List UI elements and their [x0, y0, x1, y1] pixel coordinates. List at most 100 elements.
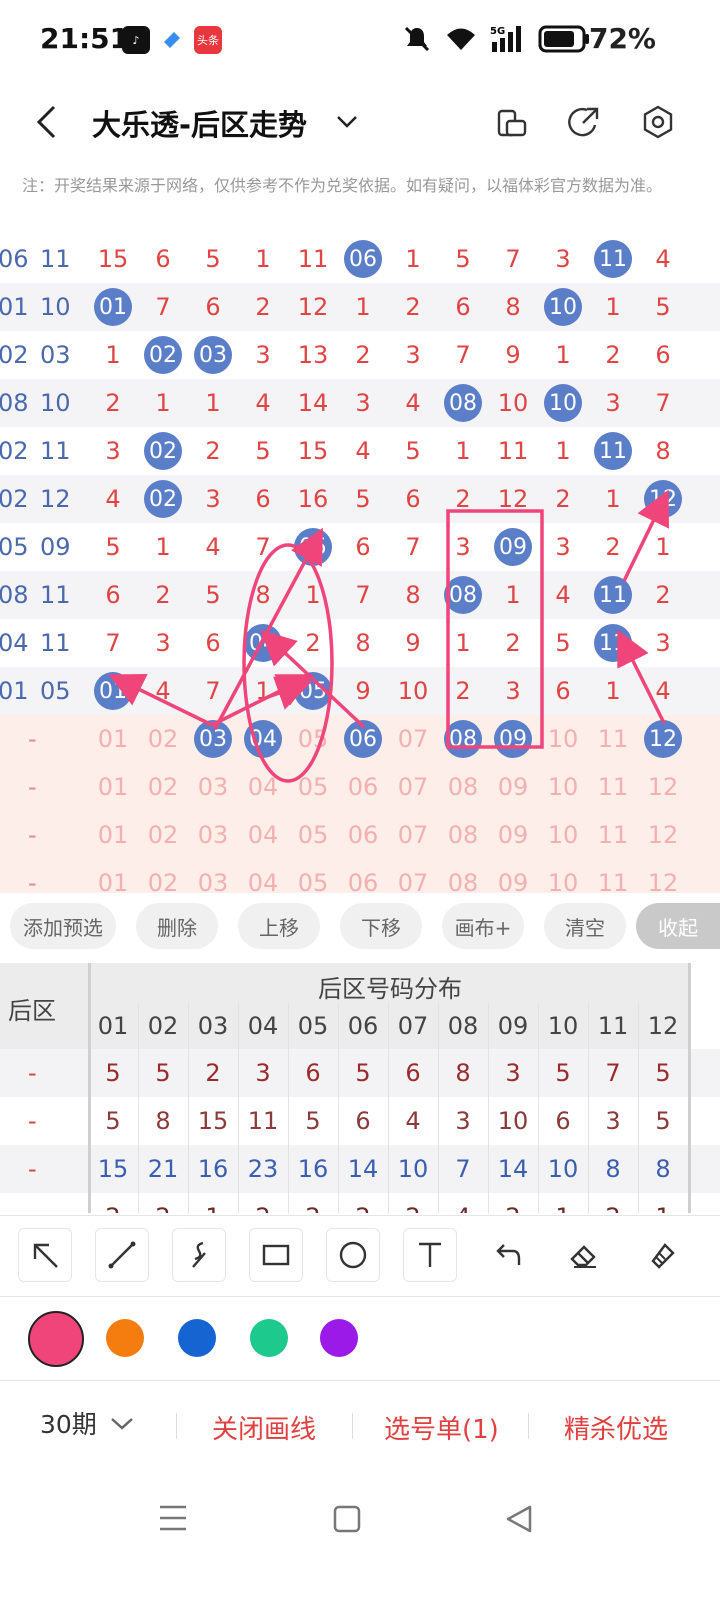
- stats-value: 21: [147, 1155, 179, 1183]
- color-swatch-green[interactable]: [250, 1319, 288, 1357]
- stats-number-header: 04: [238, 1003, 288, 1049]
- stats-value: 5: [655, 1059, 671, 1087]
- status-icons: 5G: [402, 24, 590, 54]
- share-button[interactable]: [564, 102, 604, 142]
- back-icon: [36, 105, 56, 139]
- color-swatch-pink[interactable]: [28, 1311, 84, 1367]
- clear-button[interactable]: 清空: [544, 903, 626, 949]
- stats-value: 8: [455, 1059, 471, 1087]
- eraser-button[interactable]: [557, 1228, 611, 1282]
- stats-value: 2: [488, 1193, 538, 1213]
- stats-value: 5: [555, 1059, 571, 1087]
- stats-table: 后区 后区号码分布 01 02 03 04 05 06 07 08 09 10 11 12-5 5 2 3 6…: [0, 963, 720, 1213]
- stats-value: 2: [238, 1193, 288, 1213]
- status-bar: 21:51 ♪ 头条 5G 72%: [0, 0, 720, 80]
- color-swatch-blue[interactable]: [178, 1319, 216, 1357]
- add-preselect-button[interactable]: 添加预选: [10, 903, 116, 949]
- stats-value: 1: [188, 1193, 238, 1213]
- stats-number-header: 05: [288, 1003, 338, 1049]
- color-swatch-orange[interactable]: [106, 1319, 144, 1357]
- undo-icon: [496, 1244, 521, 1265]
- text-tool-button[interactable]: [403, 1228, 457, 1282]
- nav-bar: 大乐透-后区走势: [0, 88, 720, 158]
- stats-value: 5: [655, 1107, 671, 1135]
- stats-divider: [288, 1003, 289, 1213]
- curve-tool-button[interactable]: [172, 1228, 226, 1282]
- annotation-rect: [446, 509, 544, 749]
- back-triangle-icon[interactable]: [504, 1504, 534, 1534]
- ticket-button[interactable]: 选号单(1): [384, 1409, 499, 1446]
- stats-number-header: 11: [588, 1003, 638, 1049]
- brush-button[interactable]: [634, 1228, 688, 1282]
- battery-icon: [538, 25, 589, 53]
- stats-value: 3: [605, 1107, 621, 1135]
- precise-select-button[interactable]: 精杀优选: [564, 1409, 668, 1446]
- stats-value: 15: [97, 1155, 129, 1183]
- stats-row-dash: -: [28, 1155, 37, 1183]
- divider: [528, 1413, 529, 1439]
- page-title: 大乐透-后区走势: [92, 108, 308, 142]
- settings-button[interactable]: [638, 102, 678, 142]
- stats-divider: [338, 1003, 339, 1213]
- stats-value: 4: [405, 1107, 421, 1135]
- stats-side-label: 后区: [8, 997, 56, 1025]
- period-selector[interactable]: 30期: [40, 1405, 140, 1445]
- stats-value: 6: [555, 1107, 571, 1135]
- stats-value: 2: [88, 1193, 138, 1213]
- stats-value: 6: [405, 1059, 421, 1087]
- text-tool-icon: [419, 1242, 441, 1267]
- line-tool-button[interactable]: [95, 1228, 149, 1282]
- stats-value: 8: [655, 1155, 671, 1183]
- stats-value: 7: [605, 1059, 621, 1087]
- stats-value: 6: [305, 1059, 321, 1087]
- color-picker: [0, 1296, 720, 1379]
- stats-divider: [238, 1003, 239, 1213]
- title-dropdown-button[interactable]: [330, 104, 364, 140]
- annotation-arrow: [260, 629, 366, 729]
- move-down-button[interactable]: 下移: [340, 903, 422, 949]
- annotation-ellipse: [242, 543, 334, 783]
- feishu-icon: [158, 26, 186, 54]
- drawing-toolbar: [0, 1215, 720, 1296]
- collapse-button[interactable]: 收起: [636, 903, 720, 949]
- color-swatch-purple[interactable]: [320, 1319, 358, 1357]
- chevron-down-icon: [111, 1418, 133, 1430]
- stats-divider: [588, 1003, 589, 1213]
- stats-value: 5: [105, 1059, 121, 1087]
- back-button[interactable]: [26, 100, 66, 144]
- stats-value: 16: [197, 1155, 229, 1183]
- stats-divider: [438, 1003, 439, 1213]
- drawing-overlay: [108, 489, 669, 783]
- stats-number-header: 08: [438, 1003, 488, 1049]
- move-up-button[interactable]: 上移: [238, 903, 320, 949]
- stats-value: 7: [455, 1155, 471, 1183]
- delete-button[interactable]: 删除: [136, 903, 218, 949]
- stats-number-header: 07: [388, 1003, 438, 1049]
- stats-value: 15: [197, 1107, 229, 1135]
- wifi-icon: [447, 28, 475, 50]
- canvas-add-button[interactable]: 画布+: [442, 903, 524, 949]
- chevron-down-icon: [337, 116, 357, 128]
- stats-value: 10: [497, 1107, 529, 1135]
- stats-number-header: 09: [488, 1003, 538, 1049]
- system-nav-bar: [0, 1480, 720, 1604]
- stats-number-header: 12: [638, 1003, 688, 1049]
- rect-tool-button[interactable]: [249, 1228, 303, 1282]
- annotation-arrow: [622, 489, 669, 582]
- stats-value: 3: [255, 1059, 271, 1087]
- circle-tool-button[interactable]: [326, 1228, 380, 1282]
- stats-value: 16: [297, 1155, 329, 1183]
- menu-icon[interactable]: [158, 1504, 188, 1532]
- undo-button[interactable]: [480, 1228, 534, 1282]
- stats-value: 2: [138, 1193, 188, 1213]
- close-drawing-button[interactable]: 关闭画线: [212, 1409, 316, 1446]
- stats-value: 8: [155, 1107, 171, 1135]
- stats-value: 3: [455, 1107, 471, 1135]
- landscape-button[interactable]: [492, 102, 532, 142]
- home-icon[interactable]: [332, 1504, 362, 1534]
- arrow-tool-button[interactable]: [18, 1228, 72, 1282]
- stats-row-dash: -: [28, 1107, 37, 1135]
- line-tool-icon: [108, 1241, 136, 1269]
- stats-number-header: 01: [88, 1003, 138, 1049]
- stats-value: 5: [155, 1059, 171, 1087]
